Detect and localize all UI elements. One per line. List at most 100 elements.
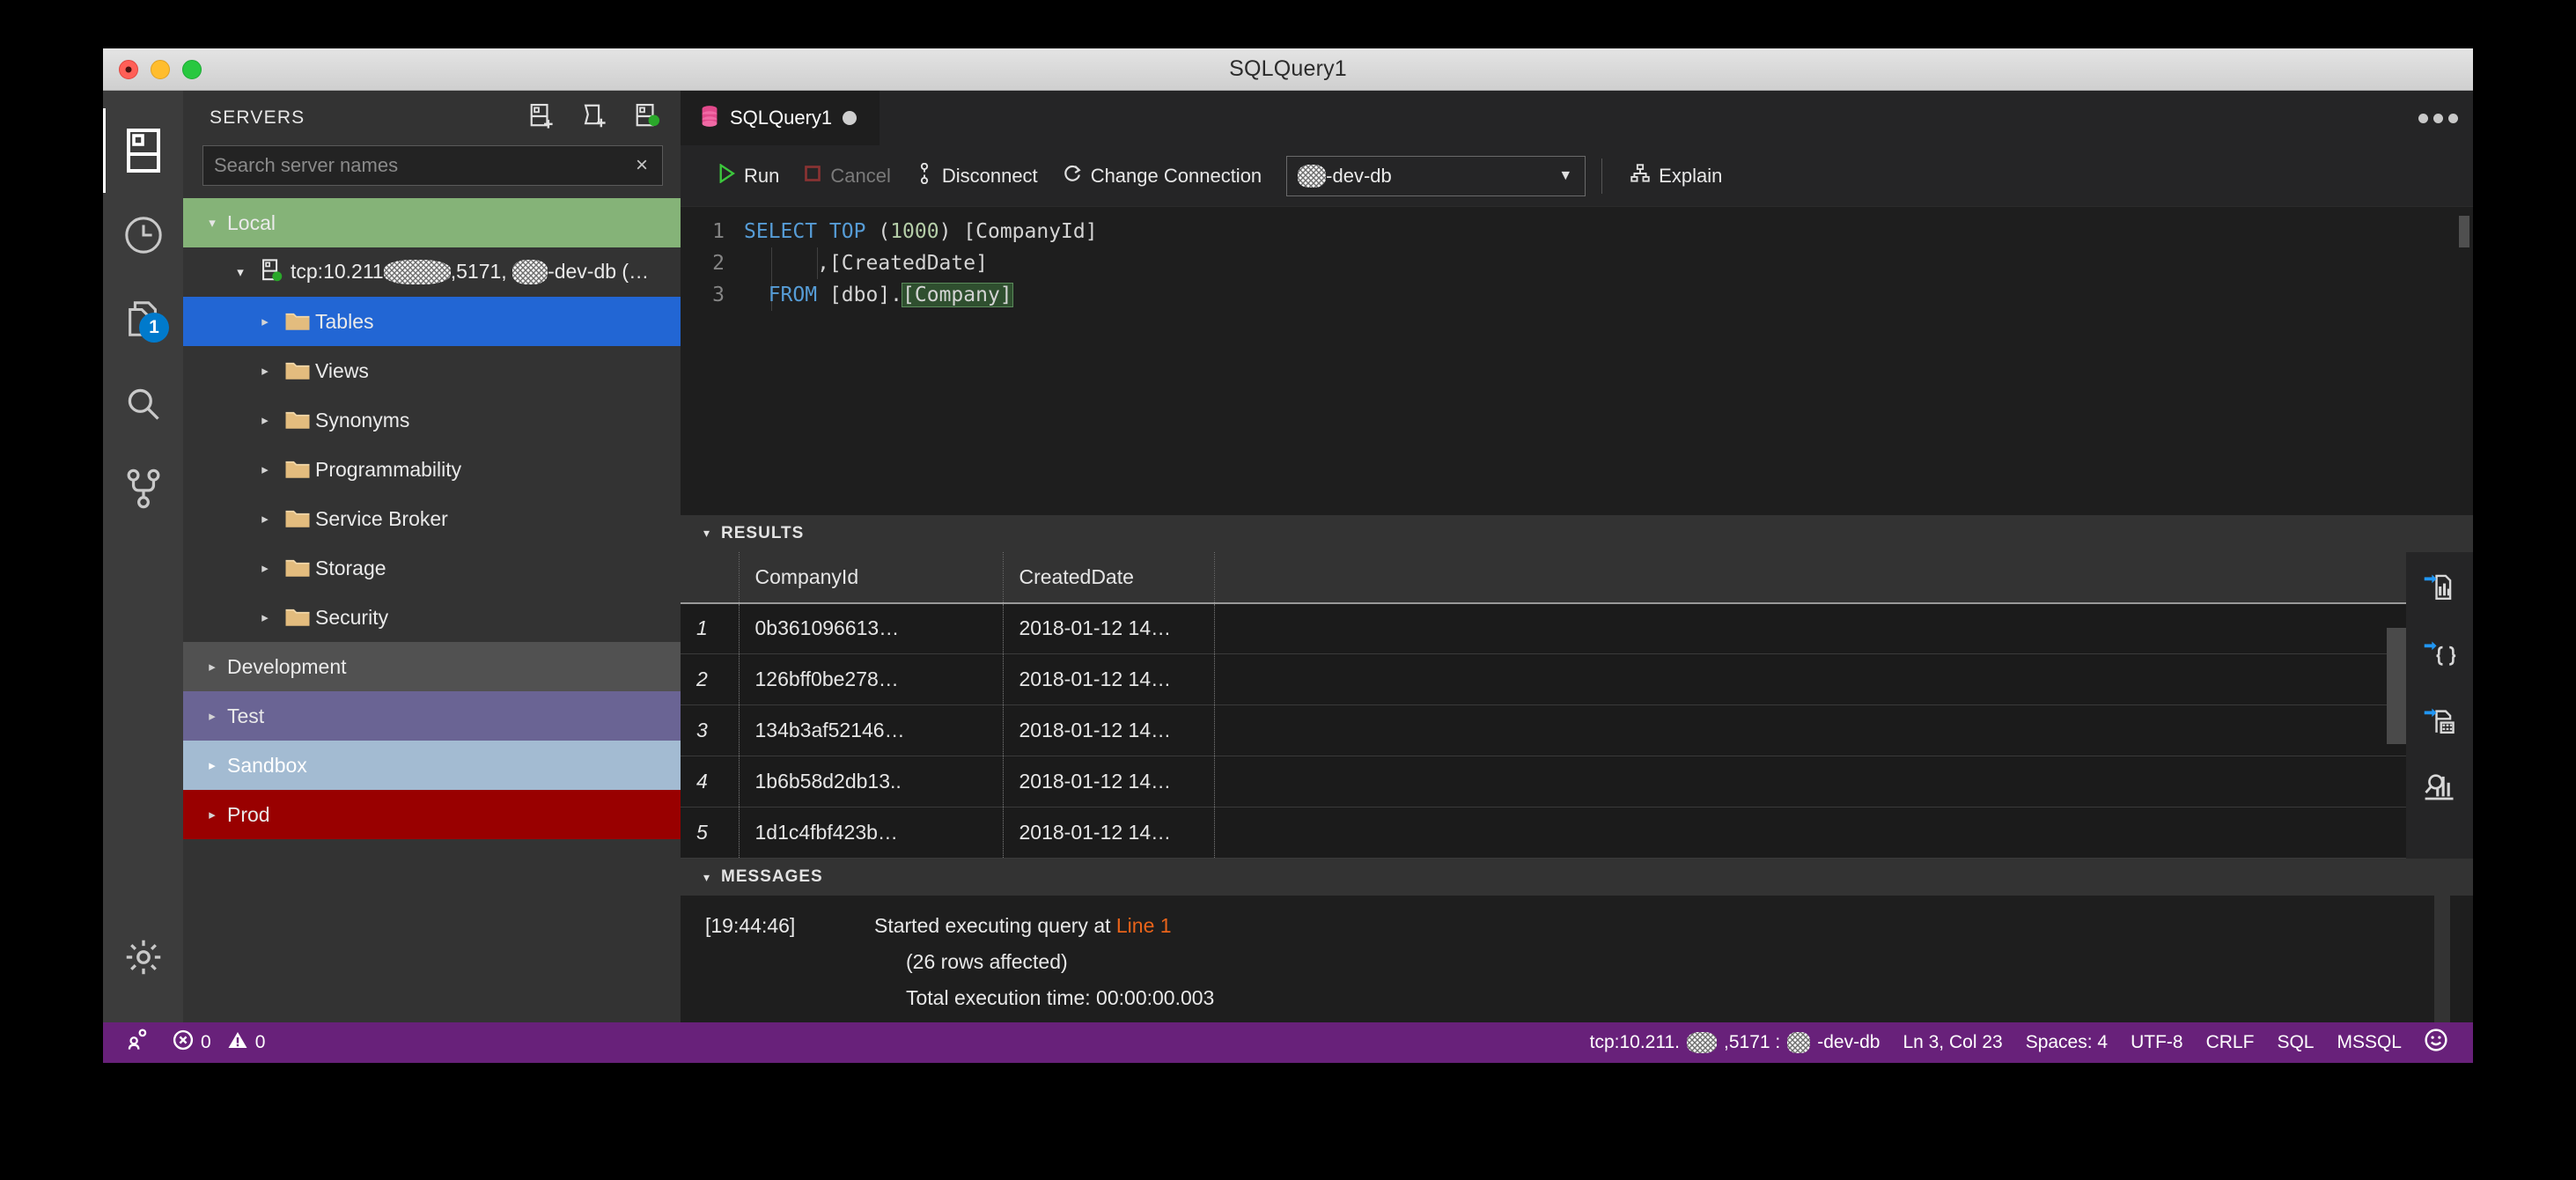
minimize-button[interactable] xyxy=(151,59,170,79)
explain-button[interactable]: Explain xyxy=(1618,145,1734,207)
code-token: ( xyxy=(878,220,891,243)
messages-pane: ▾ MESSAGES [19:44:46] Started executing … xyxy=(681,859,2473,1022)
save-as-csv-button[interactable] xyxy=(2418,568,2461,610)
tree-node-storage[interactable]: ▸ Storage xyxy=(183,543,681,593)
tree-node-programmability[interactable]: ▸ Programmability xyxy=(183,445,681,494)
tree-node-tables[interactable]: ▸ Tables xyxy=(183,297,681,346)
refresh-connection-icon xyxy=(1063,164,1082,188)
warning-icon xyxy=(227,1029,248,1056)
search-input[interactable] xyxy=(203,154,627,177)
chevron-right-icon: ▸ xyxy=(261,364,269,379)
message-timestamp-empty xyxy=(681,980,874,1016)
search-box[interactable]: × xyxy=(202,145,663,186)
cell-filler xyxy=(1214,653,2473,705)
table-row[interactable]: 1 0b361096613… 2018-01-12 14… xyxy=(681,602,2473,654)
status-encoding[interactable]: UTF-8 xyxy=(2119,1022,2195,1063)
remote-connection-button[interactable] xyxy=(115,1022,161,1063)
cancel-button[interactable]: Cancel xyxy=(791,145,902,207)
message-prefix: Started executing query at xyxy=(874,914,1116,937)
activity-item-manage[interactable] xyxy=(103,915,183,999)
server-group-test[interactable]: ▸ Test xyxy=(183,691,681,741)
server-group-prod[interactable]: ▸ Prod xyxy=(183,790,681,839)
feedback-button[interactable] xyxy=(2413,1022,2459,1063)
tree-node-views[interactable]: ▸ Views xyxy=(183,346,681,395)
status-provider[interactable]: MSSQL xyxy=(2325,1022,2413,1063)
messages-header[interactable]: ▾ MESSAGES xyxy=(681,859,2473,896)
add-connection-button[interactable] xyxy=(529,103,556,131)
clear-search-button[interactable]: × xyxy=(627,151,657,181)
results-pane: ▾ RESULTS CompanyId CreatedDate 1 0b3610… xyxy=(681,514,2473,859)
activity-item-servers[interactable] xyxy=(103,108,183,193)
status-eol[interactable]: CRLF xyxy=(2195,1022,2266,1063)
status-connection-db: -dev-db xyxy=(1817,1032,1880,1052)
folder-icon xyxy=(280,359,315,382)
table-row[interactable]: 3 134b3af52146… 2018-01-12 14… xyxy=(681,704,2473,756)
server-group-local[interactable]: ▾ Local xyxy=(183,198,681,247)
cell-createddate[interactable]: 2018-01-12 14… xyxy=(1003,704,1215,756)
message-line: Total execution time: 00:00:00.003 xyxy=(681,980,2473,1016)
table-row[interactable]: 5 1d1c4fbf423b… 2018-01-12 14… xyxy=(681,807,2473,859)
results-scrollbar[interactable] xyxy=(2387,627,2406,744)
cell-createddate[interactable]: 2018-01-12 14… xyxy=(1003,756,1215,808)
redacted-host xyxy=(383,260,451,285)
activity-item-search[interactable] xyxy=(103,362,183,446)
tab-dirty-indicator[interactable] xyxy=(843,111,857,125)
column-header-companyid[interactable]: CompanyId xyxy=(739,551,1004,604)
server-group-development[interactable]: ▸ Development xyxy=(183,642,681,691)
activity-item-tasks[interactable]: 1 xyxy=(103,277,183,362)
view-as-chart-button[interactable] xyxy=(2418,769,2461,811)
editor-scrollbar[interactable] xyxy=(2459,216,2469,247)
cell-createddate[interactable]: 2018-01-12 14… xyxy=(1003,602,1215,654)
cell-createddate[interactable]: 2018-01-12 14… xyxy=(1003,653,1215,705)
tree-node-service-broker[interactable]: ▸ Service Broker xyxy=(183,494,681,543)
results-grid[interactable]: CompanyId CreatedDate 1 0b361096613… 201… xyxy=(681,551,2473,859)
status-cursor-position[interactable]: Ln 3, Col 23 xyxy=(1891,1022,2013,1063)
disconnect-button[interactable]: Disconnect xyxy=(903,145,1050,207)
tree-node-synonyms[interactable]: ▸ Synonyms xyxy=(183,395,681,445)
column-header-rownum[interactable] xyxy=(681,551,740,604)
server-node[interactable]: ▾ tcp:10.211 ,5171, -dev-db (.. xyxy=(183,247,681,297)
cell-companyid[interactable]: 0b361096613… xyxy=(739,602,1004,654)
error-count: 0 xyxy=(201,1032,211,1052)
messages-body[interactable]: [19:44:46] Started executing query at Li… xyxy=(681,896,2473,1022)
server-group-sandbox[interactable]: ▸ Sandbox xyxy=(183,741,681,790)
message-text: (26 rows affected) xyxy=(906,950,1068,973)
problems-button[interactable]: 0 0 xyxy=(161,1022,276,1063)
tree-node-security[interactable]: ▸ Security xyxy=(183,593,681,642)
cell-createddate[interactable]: 2018-01-12 14… xyxy=(1003,807,1215,859)
save-as-json-button[interactable] xyxy=(2418,635,2461,677)
change-connection-button[interactable]: Change Connection xyxy=(1050,145,1274,207)
editor-more-actions-button[interactable] xyxy=(2403,91,2473,145)
tab-sqlquery1[interactable]: SQLQuery1 xyxy=(681,91,881,145)
message-line-link[interactable]: Line 1 xyxy=(1116,914,1172,937)
column-header-createddate[interactable]: CreatedDate xyxy=(1003,551,1215,604)
code-token: [Company] xyxy=(902,283,1013,307)
sql-editor[interactable]: 1 SELECT TOP (1000) [CompanyId] 2 ,[Crea… xyxy=(681,207,2473,515)
message-line: [19:44:46] Started executing query at Li… xyxy=(681,908,2473,944)
save-as-excel-button[interactable] xyxy=(2418,702,2461,744)
cancel-label: Cancel xyxy=(830,164,891,187)
cell-companyid[interactable]: 1b6b58d2db13.. xyxy=(739,756,1004,808)
server-port: ,5171, xyxy=(450,259,513,283)
results-header[interactable]: ▾ RESULTS xyxy=(681,514,2473,552)
run-button[interactable]: Run xyxy=(705,145,791,207)
status-connection[interactable]: tcp:10.211. ,5171 : -dev-db xyxy=(1579,1022,1892,1063)
connection-dropdown[interactable]: -dev-db ▼ xyxy=(1286,155,1586,196)
activity-item-source-control[interactable] xyxy=(103,446,183,531)
cell-companyid[interactable]: 126bff0be278… xyxy=(739,653,1004,705)
active-connections-button[interactable] xyxy=(635,103,661,131)
cell-companyid[interactable]: 134b3af52146… xyxy=(739,704,1004,756)
activity-item-history[interactable] xyxy=(103,193,183,277)
close-button[interactable] xyxy=(119,59,138,79)
cell-companyid[interactable]: 1d1c4fbf423b… xyxy=(739,807,1004,859)
window-titlebar: SQLQuery1 xyxy=(103,48,2473,91)
zoom-button[interactable] xyxy=(182,59,202,79)
server-search-wrapper: × xyxy=(183,145,681,186)
status-indentation[interactable]: Spaces: 4 xyxy=(2014,1022,2119,1063)
add-server-group-button[interactable] xyxy=(582,104,608,131)
status-language-mode[interactable]: SQL xyxy=(2265,1022,2325,1063)
messages-scrollbar[interactable] xyxy=(2434,896,2450,1022)
status-bar: 0 0 tcp:10.211. ,5171 : -dev-db Ln 3, Col… xyxy=(103,1022,2473,1063)
table-row[interactable]: 4 1b6b58d2db13.. 2018-01-12 14… xyxy=(681,756,2473,808)
table-row[interactable]: 2 126bff0be278… 2018-01-12 14… xyxy=(681,653,2473,705)
